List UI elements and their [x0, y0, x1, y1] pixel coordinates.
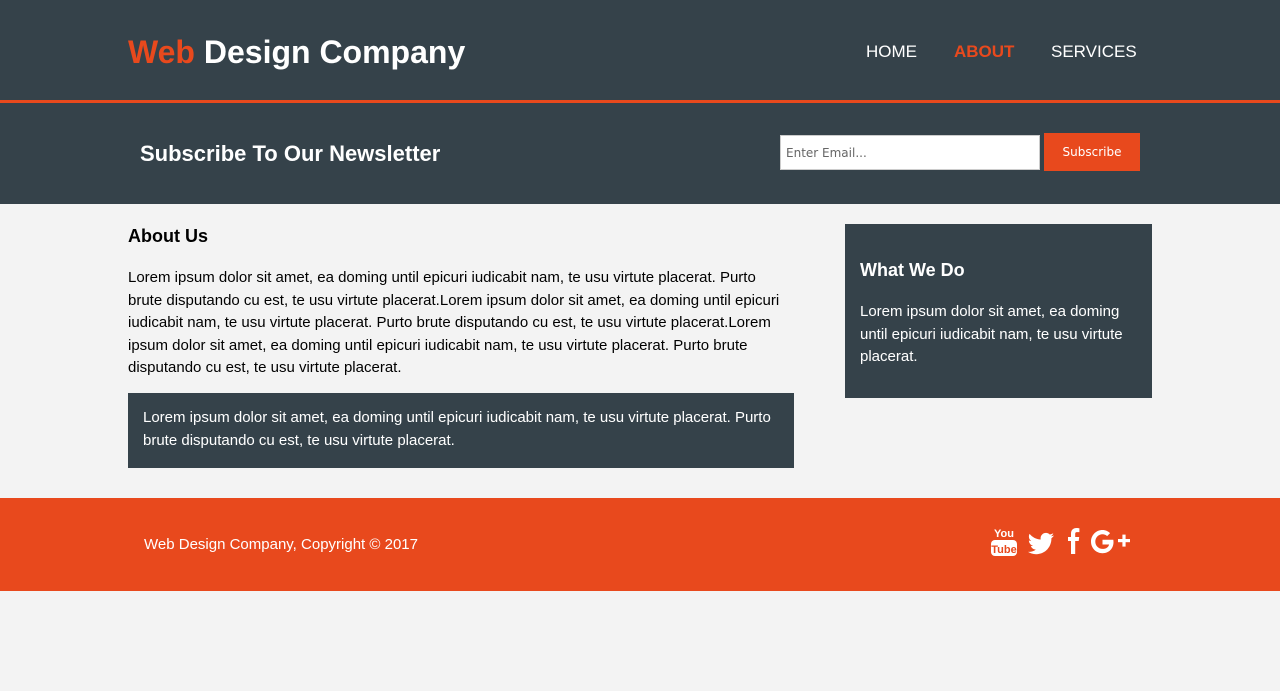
- site-header: Web Design Company HOME ABOUT SERVICES: [0, 0, 1280, 100]
- svg-text:You: You: [994, 528, 1014, 540]
- nav-home-link[interactable]: HOME: [866, 43, 917, 61]
- newsletter-section: Subscribe To Our Newsletter Subscribe: [0, 103, 1280, 204]
- email-input[interactable]: [780, 135, 1040, 170]
- what-we-do-sidebar: What We Do Lorem ipsum dolor sit amet, e…: [845, 224, 1152, 398]
- sidebar-text: Lorem ipsum dolor sit amet, ea doming un…: [860, 303, 1123, 365]
- site-footer: Web Design Company, Copyright © 2017 You…: [0, 498, 1280, 591]
- copyright-text: Web Design Company, Copyright © 2017: [144, 536, 418, 553]
- highlight-text: Lorem ipsum dolor sit amet, ea doming un…: [143, 409, 771, 449]
- sidebar-title: What We Do: [860, 260, 965, 280]
- subscribe-button[interactable]: Subscribe: [1044, 133, 1140, 171]
- google-plus-icon[interactable]: [1090, 526, 1132, 563]
- nav-about-link[interactable]: ABOUT: [954, 43, 1014, 61]
- nav-services-link[interactable]: SERVICES: [1051, 43, 1137, 61]
- newsletter-title: Subscribe To Our Newsletter: [140, 141, 441, 166]
- main-nav: HOME ABOUT SERVICES: [0, 43, 1280, 63]
- about-title: About Us: [128, 226, 208, 246]
- about-highlight-box: Lorem ipsum dolor sit amet, ea doming un…: [128, 393, 794, 468]
- youtube-icon[interactable]: You Tube: [990, 526, 1018, 563]
- twitter-icon[interactable]: [1027, 526, 1055, 563]
- facebook-icon[interactable]: [1064, 526, 1082, 563]
- svg-text:Tube: Tube: [991, 544, 1016, 556]
- about-body-text: Lorem ipsum dolor sit amet, ea doming un…: [128, 269, 780, 376]
